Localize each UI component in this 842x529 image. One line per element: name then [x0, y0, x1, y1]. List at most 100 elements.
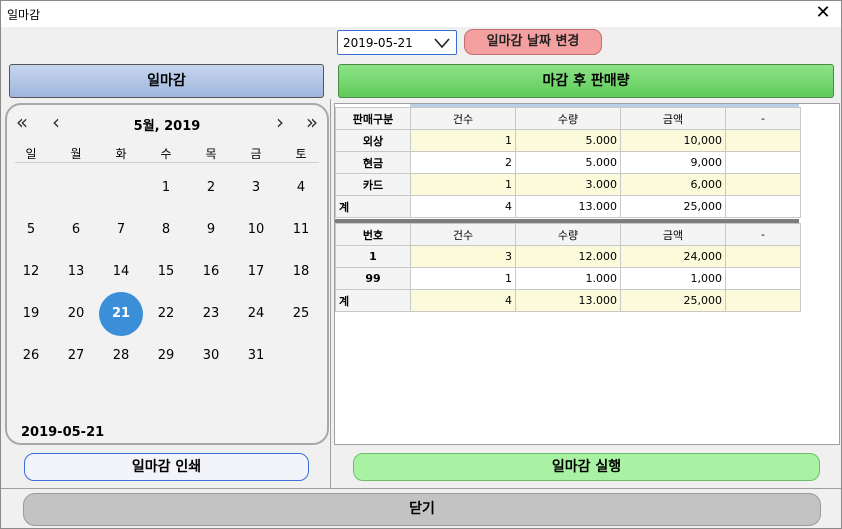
calendar-day[interactable]: 7 — [99, 208, 143, 252]
table-cell: 10,000 — [620, 129, 726, 152]
column-header[interactable]: 금액 — [620, 223, 726, 246]
calendar-day[interactable]: 28 — [99, 334, 143, 378]
calendar: « ‹ 5월, 2019 › » 2019-05-21 일월화수목금토12345… — [5, 103, 329, 445]
table-row[interactable]: 1 3 12.000 24,000 — [335, 245, 801, 268]
table-cell: 25,000 — [620, 289, 726, 312]
table-cell: 6,000 — [620, 173, 726, 196]
table-cell: 5.000 — [515, 151, 621, 174]
calendar-day[interactable]: 4 — [279, 166, 323, 210]
table-header-row: 번호 건수 수량 금액 - — [335, 223, 801, 246]
calendar-day[interactable]: 15 — [144, 250, 188, 294]
window-title: 일마감 — [7, 8, 41, 22]
row-header-cell: 99 — [335, 267, 411, 290]
calendar-divider — [15, 162, 319, 163]
calendar-day[interactable]: 16 — [189, 250, 233, 294]
column-header[interactable]: - — [725, 223, 801, 246]
calendar-day[interactable]: 2 — [189, 166, 233, 210]
calendar-day[interactable]: 23 — [189, 292, 233, 336]
calendar-day[interactable]: 11 — [279, 208, 323, 252]
table-cell — [725, 173, 801, 196]
toolbar: 2019-05-21 일마감 날짜 변경 — [1, 27, 841, 59]
column-header[interactable]: 건수 — [410, 223, 516, 246]
table-row[interactable]: 계 4 13.000 25,000 — [335, 289, 801, 312]
calendar-day[interactable]: 9 — [189, 208, 233, 252]
calendar-day[interactable]: 1 — [144, 166, 188, 210]
row-header-cell: 계 — [335, 195, 411, 218]
table-cell: 1,000 — [620, 267, 726, 290]
table-cell: 3 — [410, 245, 516, 268]
table-cell: 1 — [410, 267, 516, 290]
table-cell: 5.000 — [515, 129, 621, 152]
table-cell: 4 — [410, 195, 516, 218]
table-cell: 1 — [410, 173, 516, 196]
table-cell: 3.000 — [515, 173, 621, 196]
date-picker[interactable]: 2019-05-21 — [337, 30, 457, 55]
table-row[interactable]: 계 4 13.000 25,000 — [335, 195, 801, 218]
calendar-day[interactable]: 5 — [9, 208, 53, 252]
next-year-icon[interactable]: » — [301, 112, 323, 133]
calendar-day[interactable]: 8 — [144, 208, 188, 252]
close-window-icon[interactable]: ✕ — [813, 3, 833, 23]
table-cell: 1 — [410, 129, 516, 152]
table-cell — [725, 245, 801, 268]
print-closing-button[interactable]: 일마감 인쇄 — [24, 453, 309, 481]
calendar-day[interactable]: 22 — [144, 292, 188, 336]
vertical-divider — [330, 99, 331, 489]
change-closing-date-button[interactable]: 일마감 날짜 변경 — [464, 29, 602, 55]
calendar-day[interactable]: 29 — [144, 334, 188, 378]
calendar-day[interactable]: 12 — [9, 250, 53, 294]
table-row[interactable]: 현금 2 5.000 9,000 — [335, 151, 801, 174]
column-header[interactable]: - — [725, 107, 801, 130]
calendar-day[interactable]: 25 — [279, 292, 323, 336]
calendar-day[interactable]: 17 — [234, 250, 278, 294]
table-cell: 24,000 — [620, 245, 726, 268]
calendar-weekday: 화 — [115, 147, 127, 161]
column-header[interactable]: 수량 — [515, 223, 621, 246]
column-header[interactable]: 번호 — [335, 223, 411, 246]
table-row[interactable]: 외상 1 5.000 10,000 — [335, 129, 801, 152]
table-row[interactable]: 카드 1 3.000 6,000 — [335, 173, 801, 196]
table-cell — [725, 289, 801, 312]
column-header[interactable]: 수량 — [515, 107, 621, 130]
calendar-day[interactable]: 18 — [279, 250, 323, 294]
calendar-day[interactable]: 26 — [9, 334, 53, 378]
table-cell — [725, 129, 801, 152]
table-cell: 25,000 — [620, 195, 726, 218]
calendar-day[interactable]: 27 — [54, 334, 98, 378]
calendar-day[interactable]: 20 — [54, 292, 98, 336]
table-cell: 4 — [410, 289, 516, 312]
column-header[interactable]: 건수 — [410, 107, 516, 130]
table-cell — [725, 195, 801, 218]
table-cell — [725, 267, 801, 290]
calendar-day[interactable]: 30 — [189, 334, 233, 378]
calendar-day[interactable]: 10 — [234, 208, 278, 252]
column-header[interactable]: 판매구분 — [335, 107, 411, 130]
calendar-weekday: 목 — [205, 147, 217, 161]
calendar-day[interactable]: 3 — [234, 166, 278, 210]
calendar-day[interactable]: 13 — [54, 250, 98, 294]
run-closing-button[interactable]: 일마감 실행 — [353, 453, 820, 481]
table-cell — [725, 151, 801, 174]
chevron-down-icon — [434, 38, 450, 49]
calendar-weekday: 금 — [250, 147, 262, 161]
close-button[interactable]: 닫기 — [23, 493, 821, 526]
calendar-day[interactable]: 31 — [234, 334, 278, 378]
post-closing-sales-header-button[interactable]: 마감 후 판매량 — [338, 64, 834, 98]
table-cell: 1.000 — [515, 267, 621, 290]
table-header-row: 판매구분 건수 수량 금액 - — [335, 107, 801, 130]
calendar-day-selected[interactable]: 21 — [99, 292, 143, 336]
row-header-cell: 외상 — [335, 129, 411, 152]
next-month-icon[interactable]: › — [269, 112, 291, 133]
calendar-day[interactable]: 24 — [234, 292, 278, 336]
daily-closing-header-button[interactable]: 일마감 — [9, 64, 324, 98]
calendar-day[interactable]: 19 — [9, 292, 53, 336]
column-header[interactable]: 금액 — [620, 107, 726, 130]
calendar-day[interactable]: 14 — [99, 250, 143, 294]
table-cell: 13.000 — [515, 289, 621, 312]
sales-by-number-table: 번호 건수 수량 금액 -1 3 12.000 24,000 99 1 1.000 1,000 계 4 13… — [335, 223, 801, 312]
calendar-selected-date: 2019-05-21 — [21, 425, 105, 440]
sales-by-type-table: 판매구분 건수 수량 금액 - 외상 1 5.000 10,000 현금 2 5.000 9,000 카드… — [335, 107, 801, 218]
table-row[interactable]: 99 1 1.000 1,000 — [335, 267, 801, 290]
table-cell: 2 — [410, 151, 516, 174]
calendar-day[interactable]: 6 — [54, 208, 98, 252]
